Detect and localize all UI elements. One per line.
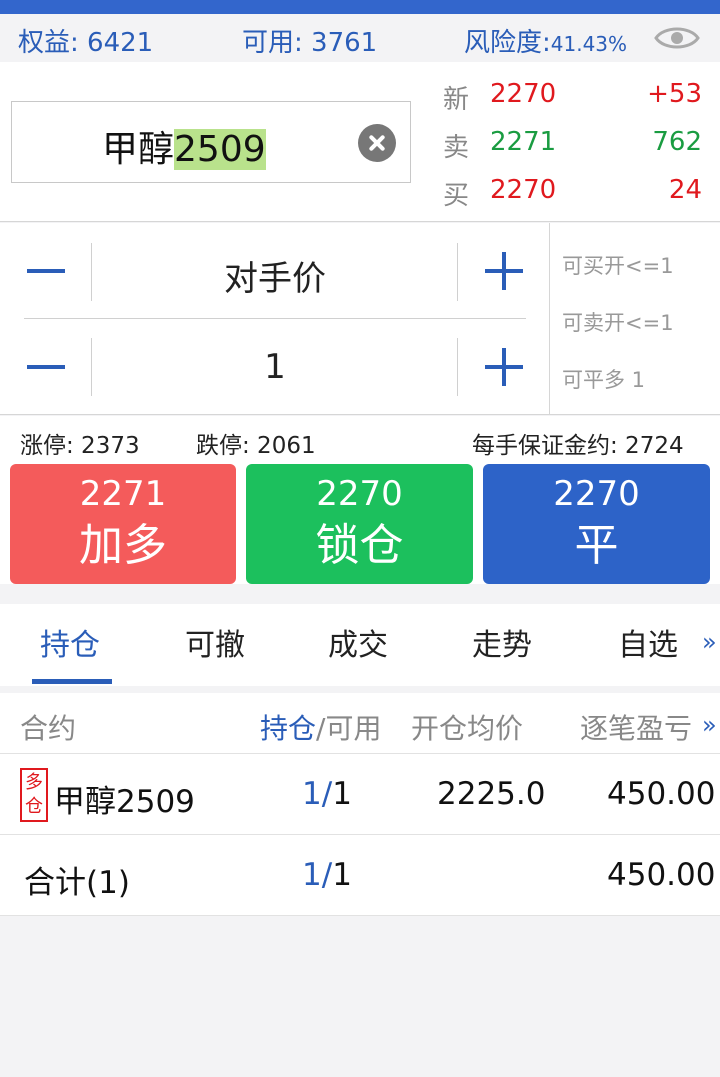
clear-icon[interactable] [358,124,396,162]
quantity-plus-button-v[interactable] [502,348,506,386]
badge-bottom: 仓 [25,796,43,817]
close-price: 2270 [553,474,640,514]
available-funds: 可用: 3761 [242,22,377,59]
quantity-minus-button[interactable] [27,365,65,369]
total-sep: / [321,857,333,893]
tab-trades[interactable]: 成交 [328,620,388,664]
risk-value: 41.43% [550,32,628,56]
row-position: 1/1 [302,776,352,812]
order-entry: 对手价 1 可买开<=1 可卖开<=1 可平多 1 [0,223,720,415]
price-type-selector[interactable]: 对手价 [92,251,458,300]
tab-positions[interactable]: 持仓 [40,620,100,664]
row-pnl: 450.00 [607,776,716,812]
total-label: 合计(1) [24,865,130,901]
limit-up: 涨停: 2373 [20,433,140,459]
buy-open-button[interactable]: 2271 加多 [10,464,236,584]
contract-name: 甲醇2509 [102,120,266,172]
price-plus-button-v[interactable] [502,252,506,290]
quote-ask-row: 卖 2271 762 [440,123,702,163]
can-sell-open: 可卖开<=1 [562,311,674,335]
header-more-icon[interactable]: » [702,711,717,739]
ask-label: 卖 [443,133,470,163]
buy-price: 2271 [79,474,167,514]
total-avail: 1 [332,857,352,893]
tab-bar: 持仓 可撤 成交 走势 自选 » [0,604,720,686]
eye-icon[interactable] [654,23,700,53]
limit-down: 跌停: 2061 [196,433,316,459]
close-position-button[interactable]: 2270 平 [483,464,710,584]
header-position-held: 持仓 [260,712,317,745]
bid-volume: 24 [668,175,702,205]
row-avail: 1 [332,776,352,812]
table-header: 合约 持仓/可用 开仓均价 逐笔盈亏 » [0,693,720,754]
total-pos: 1 [302,857,322,893]
badge-top: 多 [25,772,43,793]
buy-label: 加多 [79,520,167,571]
margin-per-lot: 每手保证金约: 2724 [472,433,684,459]
header-avg-price[interactable]: 开仓均价 [411,707,523,747]
divider [24,318,526,319]
lock-price: 2270 [316,474,403,514]
divider [549,223,550,415]
last-price: 2270 [490,79,557,109]
ask-price: 2271 [490,127,557,157]
tab-cancellable[interactable]: 可撤 [185,620,245,664]
action-buttons: 2271 加多 2270 锁仓 2270 平 [0,464,720,584]
bid-label: 买 [443,181,470,211]
total-position: 1/1 [302,857,352,893]
quote-bid-row: 买 2270 24 [440,171,702,211]
equity-value: 6421 [87,28,154,58]
header-contract[interactable]: 合约 [20,707,76,747]
account-summary: 权益: 6421 可用: 3761 风险度:41.43% [0,14,720,62]
available-value: 3761 [311,28,378,58]
quantity-input[interactable]: 1 [92,347,458,387]
lock-position-button[interactable]: 2270 锁仓 [246,464,473,584]
quote-panel: 甲醇2509 新 2270 +53 卖 2271 762 买 2270 24 [0,62,720,222]
active-tab-indicator [32,679,112,684]
divider [457,243,458,301]
contract-code-highlight: 2509 [174,129,266,170]
header-position[interactable]: 持仓/可用 [260,707,381,747]
row-pos: 1 [302,776,322,812]
bid-price: 2270 [490,175,557,205]
contract-name-prefix: 甲醇 [102,129,175,170]
table-total-row: 合计(1) 1/1 450.00 [0,835,720,916]
divider [457,338,458,396]
tab-watchlist[interactable]: 自选 [618,620,678,664]
can-buy-open: 可买开<=1 [562,254,674,278]
equity: 权益: 6421 [18,22,153,59]
table-row[interactable]: 多仓 甲醇2509 1/1 2225.0 450.00 [0,754,720,835]
row-sep: / [321,776,333,812]
ask-volume: 762 [652,127,702,157]
positions-table: 合约 持仓/可用 开仓均价 逐笔盈亏 » 多仓 甲醇2509 1/1 2225.… [0,693,720,916]
available-label: 可用: [242,28,303,58]
row-avg-price: 2225.0 [437,776,546,812]
total-pnl: 450.00 [607,857,716,893]
risk-label: 风险度: [464,28,551,58]
header-position-available: /可用 [316,712,382,745]
price-minus-button[interactable] [27,269,65,273]
can-close-long: 可平多 1 [562,368,646,392]
quote-last-row: 新 2270 +53 [440,75,702,115]
row-contract: 甲醇2509 [54,784,195,820]
close-label: 平 [574,520,619,571]
long-position-badge: 多仓 [20,768,48,822]
price-limits: 涨停: 2373 跌停: 2061 每手保证金约: 2724 [0,416,720,464]
last-change: +53 [647,79,702,109]
equity-label: 权益: [18,28,79,58]
contract-input[interactable]: 甲醇2509 [11,101,411,183]
top-accent-bar [0,0,720,14]
risk-degree: 风险度:41.43% [464,22,627,59]
last-label: 新 [443,85,470,115]
header-pnl[interactable]: 逐笔盈亏 [580,707,692,747]
tab-trend[interactable]: 走势 [472,620,532,664]
lock-label: 锁仓 [315,520,404,571]
tabs-more-icon[interactable]: » [702,628,717,656]
